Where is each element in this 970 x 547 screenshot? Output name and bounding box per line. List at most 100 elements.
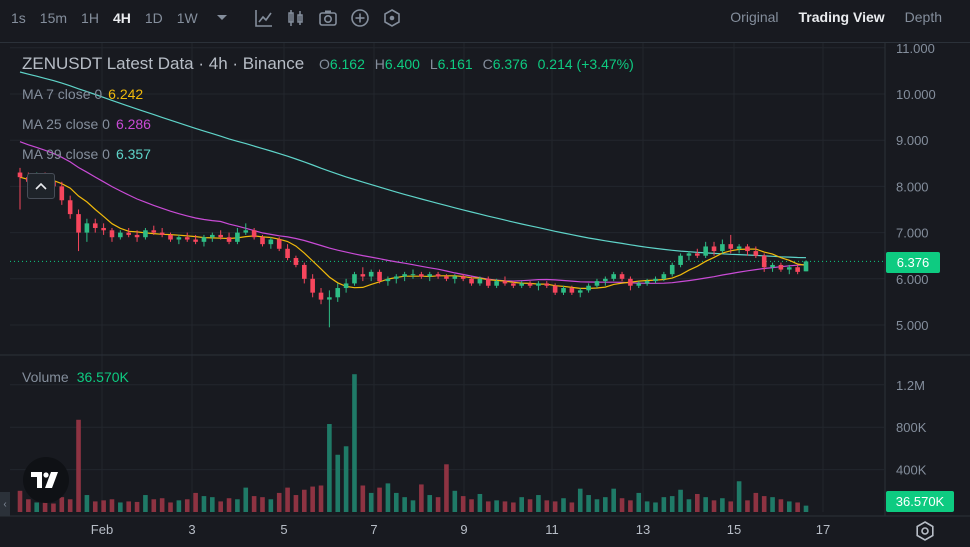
ohlc-values: O6.162 H6.400 L6.161 C6.376 0.214 (+3.47… [319, 56, 634, 72]
candle-body [419, 274, 424, 277]
candle-body [193, 239, 198, 242]
close-key: C [482, 56, 493, 72]
volume-bar [293, 495, 299, 512]
ma25-legend: MA 25 close 0 6.286 [22, 116, 151, 132]
volume-bar [101, 500, 106, 512]
candle-body [84, 223, 90, 233]
volume-bar [243, 487, 249, 512]
candle-body [745, 246, 750, 252]
volume-bar [268, 499, 274, 512]
candle-body [285, 248, 290, 259]
symbol-title: ZENUSDT Latest Data · 4h · Binance [22, 54, 305, 73]
volume-bar [720, 498, 725, 512]
candle-body [728, 244, 734, 249]
volume-bar [67, 499, 73, 512]
volume-bar [678, 489, 683, 512]
candle-body [485, 278, 491, 286]
ma7-legend: MA 7 close 0 6.242 [22, 86, 143, 102]
candle-body [293, 258, 299, 265]
volume-bar [276, 492, 282, 512]
chart-settings-icon[interactable] [914, 520, 936, 542]
volume-bar [435, 497, 441, 512]
time-tick-label: 5 [280, 522, 287, 537]
time-tick-label: 9 [460, 522, 467, 537]
volume-label: Volume [22, 369, 69, 385]
volume-legend: Volume 36.570K [22, 369, 129, 385]
volume-bar [218, 501, 223, 512]
candle-body [210, 234, 215, 238]
volume-bar [736, 481, 742, 512]
candle-body [452, 276, 458, 279]
candle-body [235, 232, 240, 242]
volume-bar [611, 488, 616, 512]
volume-bar [126, 501, 132, 512]
time-tick-label: 17 [816, 522, 830, 537]
volume-bar [636, 492, 642, 512]
candle-body [168, 234, 173, 240]
candle-body [703, 246, 708, 256]
candle-body [318, 292, 324, 300]
volume-bar [343, 446, 349, 512]
volume-bar [427, 495, 433, 512]
volume-bar [17, 490, 23, 512]
open-value: 6.162 [329, 56, 365, 72]
candle-body [335, 288, 341, 298]
volume-bar [502, 501, 508, 512]
time-tick-label: 11 [545, 522, 559, 537]
high-value: 6.400 [384, 56, 420, 72]
candle-body [260, 237, 265, 245]
volume-bar [184, 499, 190, 512]
volume-bar [327, 424, 332, 512]
volume-bar [544, 500, 550, 512]
candle-body [636, 283, 642, 286]
candle-body [310, 278, 315, 293]
candle-body [561, 288, 566, 293]
price-tick-label: 9.000 [896, 133, 929, 148]
time-tick-label: 3 [188, 522, 195, 537]
price-tick-label: 5.000 [896, 318, 929, 333]
price-tick-label: 8.000 [896, 179, 929, 194]
volume-bar [285, 487, 290, 512]
volume-bar [235, 499, 240, 512]
volume-bar [168, 502, 173, 512]
volume-bar [619, 498, 625, 512]
volume-bar [410, 500, 416, 512]
volume-bar [527, 499, 533, 512]
volume-bar [494, 500, 499, 512]
candle-body [151, 230, 157, 233]
candle-body [720, 244, 725, 252]
high-key: H [374, 56, 385, 72]
candle-body [360, 274, 366, 277]
volume-bar [201, 496, 207, 512]
candle-body [301, 264, 307, 279]
time-tick-label: Feb [91, 522, 113, 537]
candle-body [795, 267, 800, 272]
candle-body [377, 271, 382, 282]
candle-body [753, 251, 759, 256]
volume-bar [34, 502, 40, 512]
collapse-legend-button[interactable] [27, 173, 55, 199]
scroll-left-button[interactable]: ‹ [0, 492, 10, 516]
candle-body [502, 281, 508, 284]
candle-body [552, 285, 558, 293]
volume-bar [469, 499, 474, 512]
volume-bar [360, 485, 366, 512]
candle-body [201, 237, 207, 242]
candle-body [176, 237, 182, 240]
tradingview-logo[interactable] [23, 457, 69, 503]
volume-bar [301, 489, 307, 512]
volume-bar [84, 495, 90, 512]
candle-body [268, 239, 274, 245]
volume-bar [176, 500, 182, 512]
candle-body [109, 230, 115, 238]
candle-body [118, 232, 123, 238]
candle-body [410, 274, 416, 276]
volume-bar [770, 497, 775, 512]
candle-body [67, 200, 73, 215]
volume-bar [594, 499, 600, 512]
volume-bar [669, 496, 675, 512]
candlestick-chart[interactable]: 11.000 10.000 9.000 8.000 7.000 6.000 5.000 Feb… [0, 0, 970, 546]
candle-body [628, 278, 633, 286]
candle-body [603, 278, 608, 282]
candle-body [494, 281, 499, 286]
